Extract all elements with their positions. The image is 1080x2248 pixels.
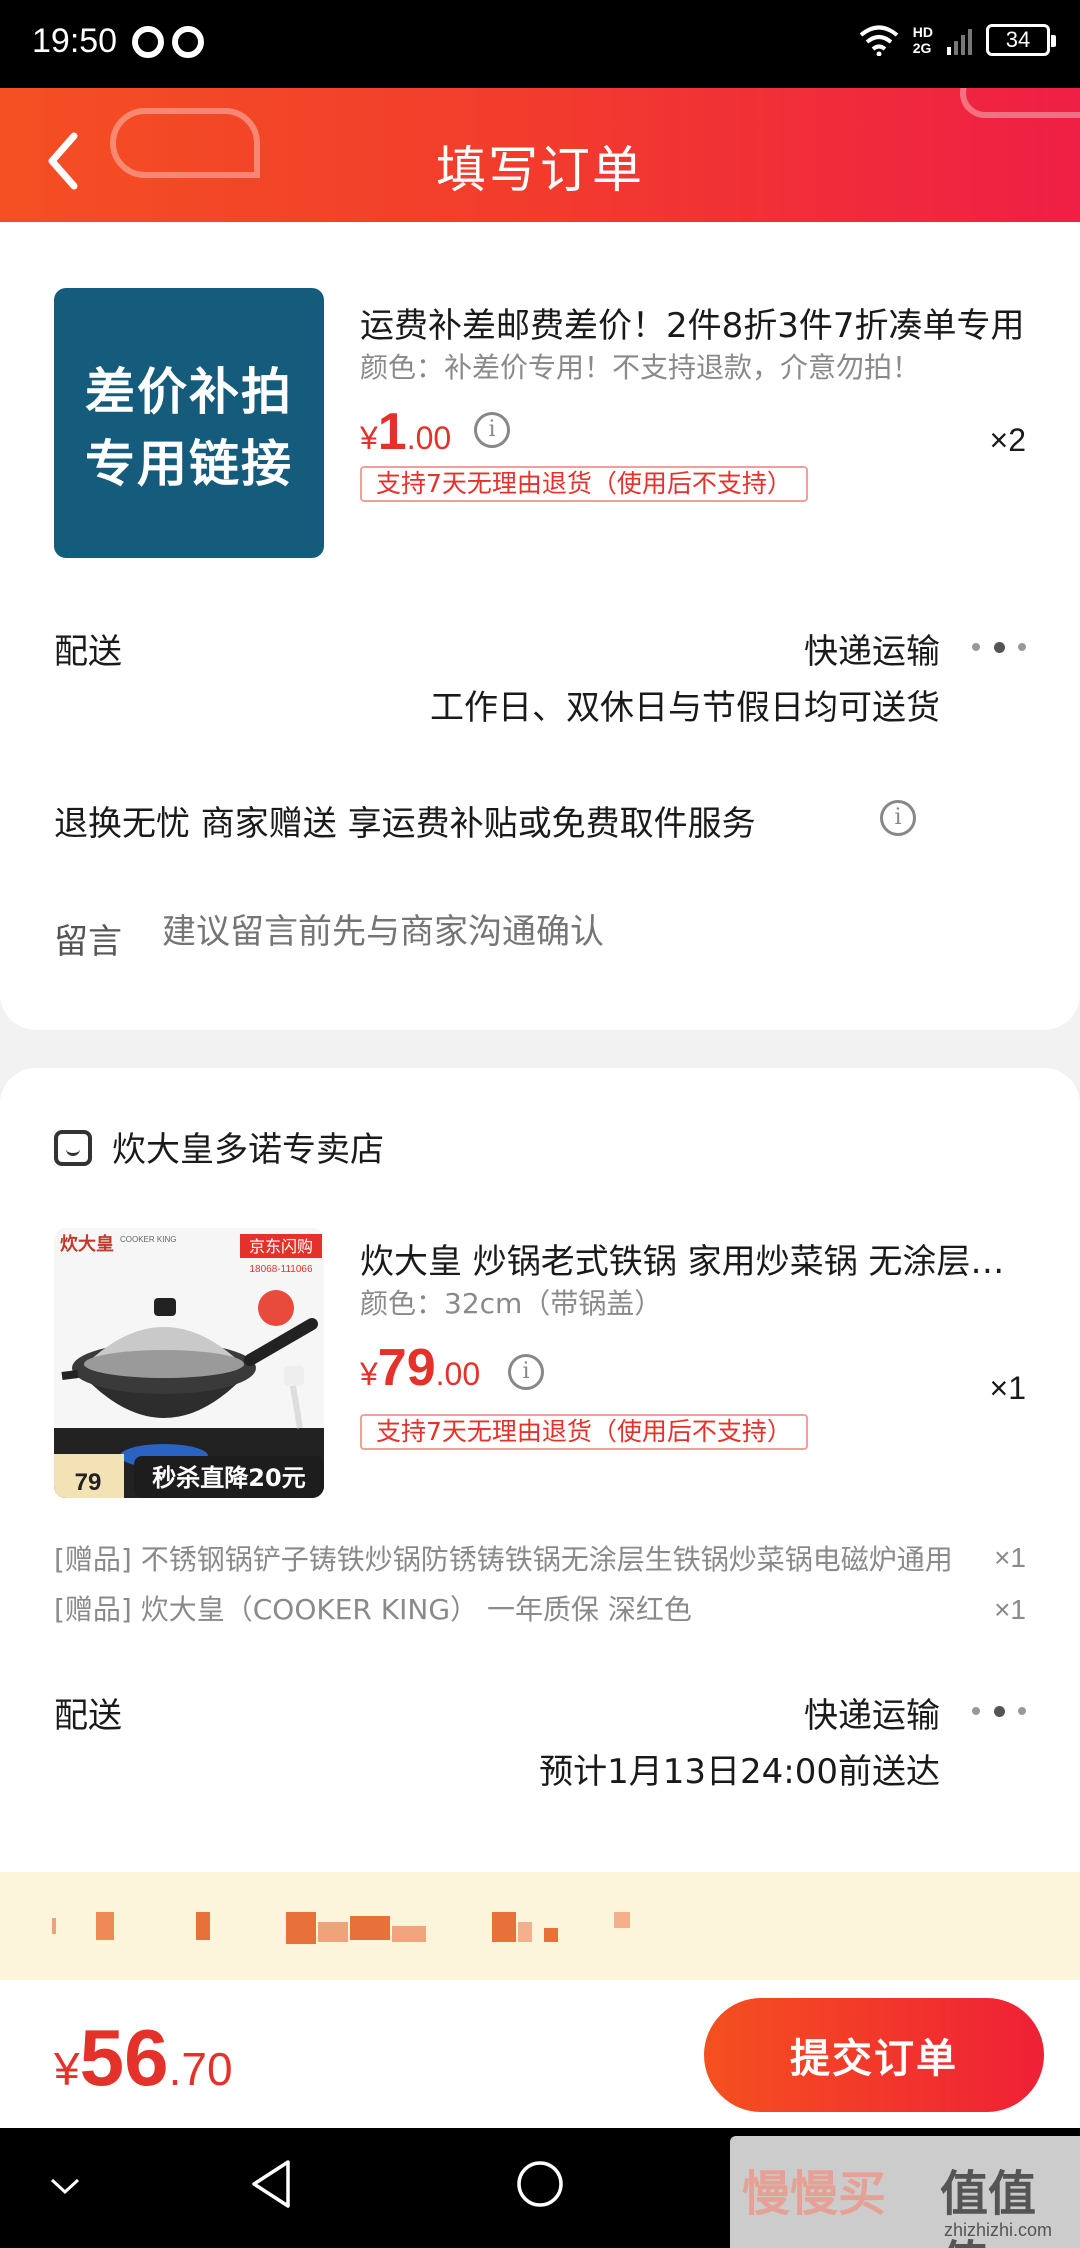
product-quantity: ×2 [989, 422, 1026, 458]
return-policy-tag: 支持7天无理由退货（使用后不支持） [360, 1414, 808, 1450]
status-bar: 19:50 HD 2G 34 [0, 0, 1080, 88]
remark-input[interactable] [162, 912, 982, 952]
thumbnail-brand: 炊大皇 [60, 1233, 114, 1255]
wifi-icon [859, 25, 899, 56]
signal-icon [947, 25, 972, 55]
price-integer: 1 [377, 403, 407, 461]
store-icon [54, 1130, 92, 1166]
back-triangle-icon[interactable] [248, 2158, 294, 2210]
total-decimal: .70 [168, 2043, 233, 2095]
chevron-down-icon[interactable] [48, 2174, 82, 2198]
network-type: HD 2G [912, 24, 933, 56]
qq-icon [172, 26, 204, 58]
product-quantity: ×1 [989, 1370, 1026, 1406]
wok-product-image: 京东闪购 18068-111066 炊大皇 COOKER KING 79 秒杀直… [54, 1228, 324, 1498]
watermark-text: 慢慢买 [742, 2166, 887, 2222]
product-name[interactable]: 炊大皇 炒锅老式铁锅 家用炒菜锅 无涂层铁锅 [360, 1234, 1030, 1283]
thumbnail-brand-en: COOKER KING [120, 1235, 176, 1244]
delivery-note: 工作日、双休日与节假日均可送货 [430, 688, 940, 728]
order-item-card-1: 差价补拍 专用链接 运费补差邮费差价！2件8折3件7折凑单专用 颜色：补差价专用… [0, 222, 1080, 1030]
home-circle-icon[interactable] [514, 2158, 566, 2210]
return-policy-tag: 支持7天无理由退货（使用后不支持） [360, 466, 808, 502]
product-thumbnail[interactable]: 京东闪购 18068-111066 炊大皇 COOKER KING 79 秒杀直… [54, 1228, 324, 1498]
product-price: ¥79.00 [360, 1338, 480, 1398]
more-options-icon[interactable] [972, 640, 1026, 654]
price-decimal: .00 [435, 1356, 481, 1392]
product-spec: 颜色：补差价专用！不支持退款，介意勿拍！ [360, 351, 921, 384]
gift-quantity: ×1 [994, 1594, 1026, 1625]
submit-order-button[interactable]: 提交订单 [704, 1998, 1044, 2112]
notice-bar [0, 1872, 1080, 1980]
product-price: ¥1.00 [360, 402, 451, 462]
watermark: 慢慢买 值值值 zhizhizhi.com [730, 2136, 1080, 2248]
info-icon[interactable]: i [508, 1354, 544, 1390]
product-thumbnail[interactable]: 差价补拍 专用链接 [54, 288, 324, 558]
service-text: 退换无忧 商家赠送 享运费补贴或免费取件服务 [54, 804, 756, 844]
watermark-url: zhizhizhi.com [944, 2220, 1053, 2240]
info-icon[interactable]: i [474, 412, 510, 448]
store-name[interactable]: 炊大皇多诺专卖店 [112, 1122, 384, 1171]
header-decoration [960, 88, 1080, 118]
delivery-label: 配送 [54, 1696, 122, 1736]
more-options-icon[interactable] [972, 1704, 1026, 1718]
order-item-card-2: 炊大皇多诺专卖店 京东闪购 18068-111066 炊大皇 COOKER KI… [0, 1068, 1080, 1888]
status-time: 19:50 [32, 22, 118, 60]
gift-item: [赠品] 炊大皇（COOKER KING） 一年质保 深红色 [54, 1593, 692, 1626]
price-integer: 79 [377, 1339, 436, 1397]
qq-icon [132, 26, 164, 58]
currency-symbol: ¥ [54, 2043, 80, 2095]
gift-quantity: ×1 [994, 1542, 1026, 1573]
thumbnail-price: 79 [75, 1469, 102, 1496]
thumbnail-text: 差价补拍 [85, 363, 293, 421]
product-spec: 颜色：32cm（带锅盖） [360, 1287, 663, 1320]
delivery-label: 配送 [54, 632, 122, 672]
delivery-note: 预计1月13日24:00前送达 [539, 1752, 940, 1792]
battery-icon: 34 [986, 24, 1056, 56]
product-name[interactable]: 运费补差邮费差价！2件8折3件7折凑单专用 [360, 298, 1030, 347]
delivery-method[interactable]: 快递运输 [804, 624, 940, 673]
total-integer: 56 [79, 2013, 169, 2102]
page-title: 填写订单 [436, 141, 644, 199]
thumbnail-text: 专用链接 [85, 435, 293, 493]
info-icon[interactable]: i [880, 800, 916, 836]
checkout-bar: ¥56.70 提交订单 [0, 1980, 1080, 2128]
gift-item: [赠品] 不锈钢锅铲子铸铁炒锅防锈铸铁锅无涂层生铁锅炒菜锅电磁炉通用 [54, 1543, 953, 1576]
delivery-method[interactable]: 快递运输 [804, 1688, 940, 1737]
currency-symbol: ¥ [360, 420, 378, 456]
page-header: 填写订单 [0, 88, 1080, 234]
thumbnail-phone: 18068-111066 [249, 1264, 312, 1275]
total-price: ¥56.70 [54, 2012, 233, 2104]
thumbnail-badge: 京东闪购 [249, 1237, 313, 1256]
remark-label: 留言 [54, 922, 122, 962]
currency-symbol: ¥ [360, 1356, 378, 1392]
thumbnail-promo: 秒杀直降20元 [152, 1464, 305, 1492]
price-decimal: .00 [406, 420, 452, 456]
